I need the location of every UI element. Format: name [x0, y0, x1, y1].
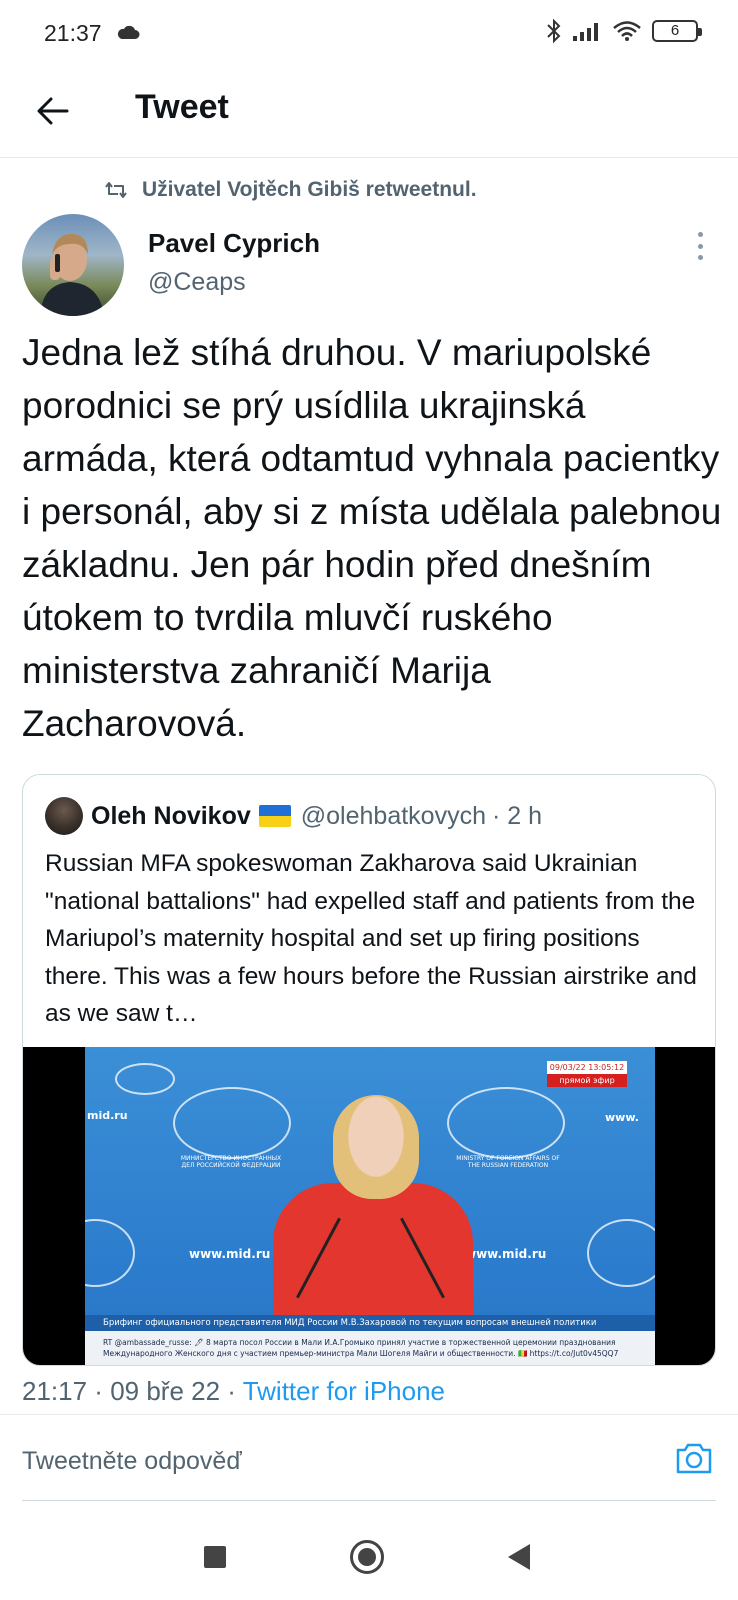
system-nav-bar — [0, 1512, 738, 1600]
video-frame: mid.ru www. МИНИСТЕРСТВО ИНОСТРАННЫХ ДЕЛ… — [85, 1047, 655, 1365]
site-label-left: mid.ru — [87, 1109, 128, 1122]
author-name[interactable]: Pavel Cyprich — [148, 228, 320, 259]
quote-video[interactable]: mid.ru www. МИНИСТЕРСТВО ИНОСТРАННЫХ ДЕЛ… — [23, 1047, 715, 1365]
bluetooth-icon — [547, 18, 561, 44]
more-dot — [697, 243, 703, 249]
more-options-button[interactable] — [690, 228, 710, 264]
more-dot — [697, 255, 703, 260]
live-badge: 09/03/22 13:05:12 прямой эфир — [547, 1061, 627, 1087]
status-time: 21:37 — [44, 20, 102, 46]
ukraine-flag-icon — [258, 805, 291, 827]
quote-text: Russian MFA spokeswoman Zakharova said U… — [45, 850, 697, 1027]
ministry-en-label: MINISTRY OF FOREIGN AFFAIRS OF THE RUSSI… — [456, 1155, 560, 1169]
ministry-emblem — [115, 1063, 175, 1095]
camera-icon — [676, 1443, 712, 1474]
meta-separator: · — [220, 1376, 243, 1406]
author-row: Pavel Cyprich @Ceaps — [22, 214, 716, 318]
quote-author-handle: @olehbatkovych — [300, 801, 486, 830]
page-title: Tweet — [135, 88, 229, 126]
cloud-icon — [117, 25, 140, 39]
quoted-tweet[interactable]: Oleh Novikov @olehbatkovych · 2 h Russia… — [22, 774, 716, 1366]
battery-icon: 6 — [652, 20, 702, 42]
retweet-context[interactable]: Uživatel Vojtěch Gibiš retweetnul. — [104, 178, 477, 202]
ministry-ru-label: МИНИСТЕРСТВО ИНОСТРАННЫХ ДЕЛ РОССИЙСКОЙ … — [180, 1155, 282, 1169]
quote-author-name: Oleh Novikov — [91, 801, 251, 830]
reply-input[interactable] — [22, 1436, 622, 1486]
home-circle-icon[interactable] — [350, 1540, 384, 1574]
recents-square-icon[interactable] — [204, 1546, 226, 1568]
quote-avatar — [45, 797, 83, 835]
tweet-date: 09 bře 22 — [110, 1376, 221, 1406]
more-dot — [697, 232, 703, 237]
tweet-text: Jedna lež stíhá druhou. V mariupolské po… — [22, 332, 722, 744]
signal-icon — [573, 23, 598, 41]
author-handle[interactable]: @Ceaps — [148, 268, 246, 297]
avatar[interactable] — [22, 214, 124, 316]
live-label: прямой эфир — [547, 1074, 627, 1087]
arrow-left-icon — [37, 97, 69, 125]
ministry-emblem — [447, 1087, 565, 1159]
url-left: www.mid.ru — [189, 1247, 271, 1261]
back-triangle-icon[interactable] — [508, 1544, 530, 1570]
reply-bar — [0, 1416, 738, 1510]
wifi-icon — [613, 21, 641, 41]
meta-separator: · — [87, 1376, 111, 1406]
ministry-emblem — [587, 1219, 655, 1287]
video-ticker-line: RT @ambassade_russe: 🖊 8 марта посол Рос… — [103, 1338, 616, 1347]
avatar-photo — [40, 233, 104, 316]
retweet-text: Uživatel Vojtěch Gibiš retweetnul. — [142, 178, 477, 201]
status-icons: 6 — [546, 18, 702, 44]
tweet-source-link[interactable]: Twitter for iPhone — [243, 1376, 445, 1406]
ministry-emblem — [173, 1087, 291, 1159]
site-label-right: www. — [605, 1111, 639, 1124]
video-ticker-line: Международного Женского дня с участием п… — [103, 1349, 619, 1358]
ministry-emblem — [85, 1219, 135, 1287]
tweet-time: 21:17 — [22, 1376, 88, 1406]
retweet-icon — [105, 182, 127, 198]
quote-header: Oleh Novikov @olehbatkovych · 2 h — [45, 797, 542, 835]
app-header: Tweet — [0, 66, 738, 158]
video-ticker-sub: RT @ambassade_russe: 🖊 8 марта посол Рос… — [85, 1331, 655, 1365]
quote-time: · 2 h — [491, 801, 543, 830]
status-bar: 21:37 6 — [0, 0, 738, 66]
live-date: 09/03/22 13:05:12 — [547, 1061, 627, 1074]
back-button[interactable] — [30, 88, 76, 134]
tweet-meta: 21:17 · 09 bře 22 · Twitter for iPhone — [22, 1376, 445, 1407]
camera-button[interactable] — [674, 1438, 714, 1478]
url-right: www.mid.ru — [465, 1247, 547, 1261]
video-ticker-main: Брифинг официального представителя МИД Р… — [85, 1315, 655, 1331]
divider — [22, 1500, 716, 1501]
divider — [0, 1414, 738, 1415]
speaker-body — [273, 1183, 473, 1323]
speaker-head — [333, 1095, 419, 1199]
